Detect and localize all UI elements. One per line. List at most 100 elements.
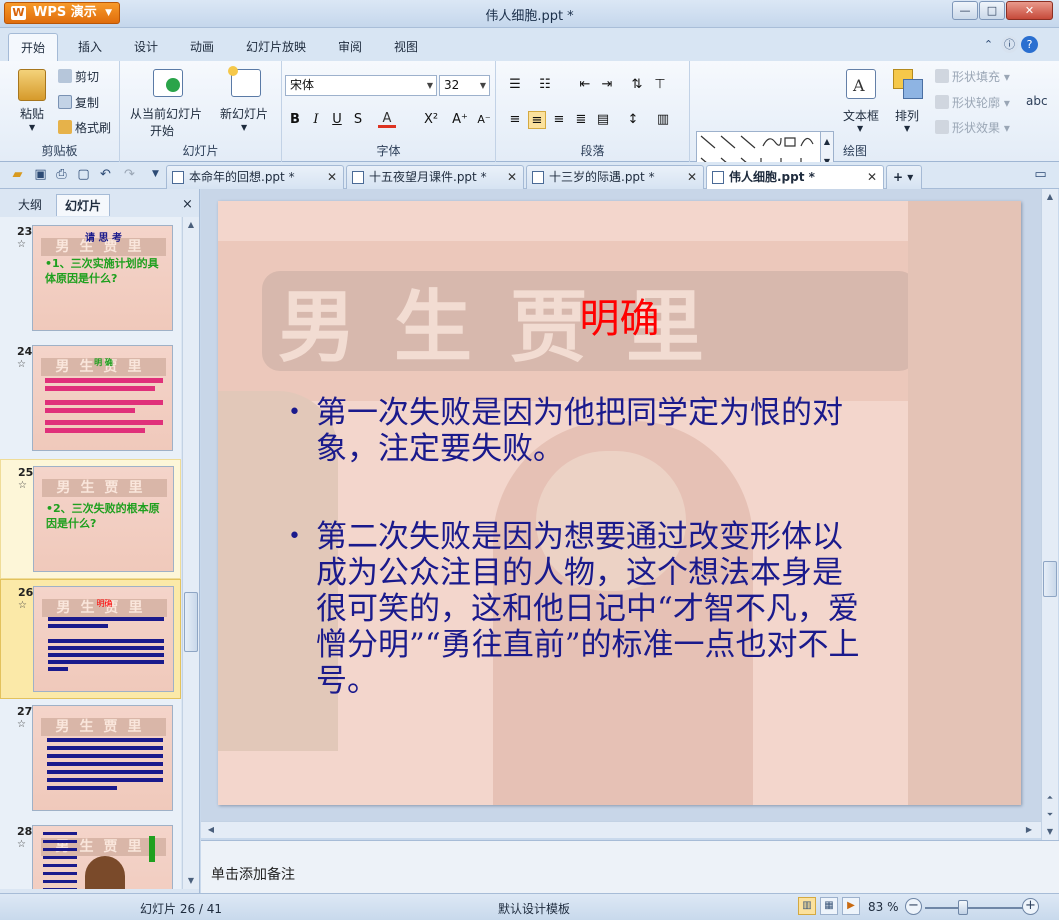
- notes-pane[interactable]: 单击添加备注: [201, 840, 1059, 893]
- scroll-right-icon[interactable]: ▶: [1021, 822, 1037, 838]
- doc-tab-3[interactable]: 十三岁的际遇.ppt * ✕: [526, 165, 704, 189]
- save-icon[interactable]: ▣: [33, 167, 48, 182]
- close-window-button[interactable]: ✕: [1006, 1, 1053, 20]
- next-slide-icon[interactable]: ⏷: [1042, 807, 1058, 823]
- undo-icon[interactable]: ↶: [98, 167, 113, 182]
- slide-thumbnail-23[interactable]: 23 ☆ 男生贾里 请 思 考 •1、三次实施计划的具体原因是什么?: [0, 219, 181, 339]
- tab-outline[interactable]: 大纲: [10, 194, 50, 216]
- editor-horizontal-scrollbar[interactable]: ◀ ▶: [201, 821, 1041, 838]
- close-panel-icon[interactable]: ×: [174, 194, 201, 216]
- scroll-thumb[interactable]: [1043, 561, 1057, 597]
- text-effects-icon[interactable]: abc: [1026, 94, 1048, 108]
- customize-quick-access-icon[interactable]: ▼: [148, 167, 163, 182]
- slide-thumbnail-25[interactable]: 25 ☆ 男生贾里 •2、三次失败的根本原因是什么?: [0, 459, 181, 579]
- question-icon[interactable]: ?: [1021, 36, 1038, 53]
- doc-tab-1[interactable]: 本命年的回想.ppt * ✕: [166, 165, 344, 189]
- arrange-button[interactable]: 排列: [895, 107, 919, 124]
- underline-button[interactable]: U: [328, 111, 346, 129]
- shape-effect-button[interactable]: 形状效果 ▾: [935, 119, 1010, 136]
- scroll-left-icon[interactable]: ◀: [203, 822, 219, 838]
- align-center-icon[interactable]: ≡: [528, 111, 546, 129]
- font-color-button[interactable]: A: [378, 110, 396, 128]
- close-tab-icon[interactable]: ✕: [507, 166, 517, 188]
- increase-indent-icon[interactable]: ⇥: [598, 76, 616, 94]
- italic-button[interactable]: I: [307, 111, 325, 129]
- bullets-icon[interactable]: ☰: [506, 76, 524, 94]
- font-size-select[interactable]: 32 ▼: [439, 75, 490, 96]
- bold-button[interactable]: B: [286, 111, 304, 129]
- notes-placeholder[interactable]: 单击添加备注: [211, 864, 295, 884]
- help-icon[interactable]: ⓘ: [1001, 36, 1018, 53]
- scroll-up-icon[interactable]: ▲: [183, 217, 199, 233]
- new-slide-icon[interactable]: [228, 66, 261, 97]
- slideshow-view-icon[interactable]: ▶: [842, 897, 860, 915]
- scroll-down-icon[interactable]: ▼: [1042, 824, 1058, 840]
- chevron-down-icon[interactable]: ▼: [29, 123, 35, 132]
- zoom-level-text[interactable]: 83 %: [868, 900, 899, 914]
- tab-slides[interactable]: 幻灯片: [56, 194, 111, 216]
- new-slide-button[interactable]: 新幻灯片: [220, 105, 268, 122]
- tab-home[interactable]: 开始: [8, 33, 59, 61]
- slide-thumbnail-24[interactable]: 24 ☆ 男生贾里 明 确: [0, 339, 181, 459]
- chevron-down-icon[interactable]: ▼: [241, 123, 247, 132]
- tab-review[interactable]: 审阅: [338, 38, 362, 55]
- distribute-icon[interactable]: ▤: [594, 111, 612, 129]
- doc-tab-4[interactable]: 伟人细胞.ppt * ✕: [706, 165, 884, 190]
- normal-view-icon[interactable]: ▥: [798, 897, 816, 915]
- zoom-in-icon[interactable]: +: [1022, 898, 1039, 915]
- zoom-slider-knob[interactable]: [958, 900, 968, 915]
- close-tab-icon[interactable]: ✕: [687, 166, 697, 188]
- tab-view[interactable]: 视图: [394, 38, 418, 55]
- tab-slideshow[interactable]: 幻灯片放映: [246, 38, 306, 55]
- new-tab-button[interactable]: + ▾: [886, 165, 922, 189]
- slide-thumbnail-27[interactable]: 27 ☆ 男生贾里: [0, 699, 181, 819]
- tab-design[interactable]: 设计: [134, 38, 158, 55]
- align-right-icon[interactable]: ≡: [550, 111, 568, 129]
- align-text-icon[interactable]: ⊤: [651, 76, 669, 94]
- line-spacing-icon[interactable]: ↕: [624, 111, 642, 129]
- align-left-icon[interactable]: ≡: [506, 111, 524, 129]
- open-folder-icon[interactable]: ▰: [10, 167, 25, 182]
- shape-fill-button[interactable]: 形状填充 ▾: [935, 68, 1010, 85]
- slide-title[interactable]: 明确: [218, 286, 1021, 344]
- chevron-down-icon[interactable]: ▼: [857, 124, 863, 133]
- columns-icon[interactable]: ▥: [654, 111, 672, 129]
- shrink-font-button[interactable]: A⁻: [474, 111, 494, 129]
- decrease-indent-icon[interactable]: ⇤: [576, 76, 594, 94]
- tab-list-icon[interactable]: ▭: [1033, 167, 1048, 182]
- play-from-current-button[interactable]: 从当前幻灯片: [130, 105, 202, 122]
- scroll-up-icon[interactable]: ▲: [1042, 189, 1058, 205]
- copy-button[interactable]: 复制: [58, 94, 99, 111]
- text-direction-icon[interactable]: ⇅: [628, 76, 646, 94]
- cut-button[interactable]: 剪切: [58, 68, 99, 85]
- textbox-button[interactable]: 文本框: [843, 107, 879, 124]
- zoom-out-icon[interactable]: −: [905, 898, 922, 915]
- slide-bullet-2[interactable]: • 第二次失败是因为想要通过改变形体以 成为公众注目的人物，这个想法本身是 很可…: [288, 519, 948, 704]
- restore-button[interactable]: □: [979, 1, 1005, 20]
- format-painter-button[interactable]: 格式刷: [58, 119, 111, 136]
- up-arrow-icon[interactable]: ⌃: [980, 36, 997, 53]
- tab-animation[interactable]: 动画: [190, 38, 214, 55]
- template-name-text[interactable]: 默认设计模板: [498, 900, 570, 917]
- slide-thumbnail-26[interactable]: 26 ☆ 男生贾里 明确: [0, 579, 181, 699]
- chevron-down-icon[interactable]: ▼: [904, 124, 910, 133]
- editor-scrollbar[interactable]: ▲ ⏶ ⏷ ▼: [1041, 189, 1058, 840]
- justify-icon[interactable]: ≣: [572, 111, 590, 129]
- text-shadow-button[interactable]: S: [349, 111, 367, 129]
- scroll-thumb[interactable]: [184, 592, 198, 652]
- scroll-down-icon[interactable]: ▼: [183, 873, 199, 889]
- slide-thumbnail-28[interactable]: 28 ☆ 男生贾里: [0, 819, 181, 889]
- prev-slide-icon[interactable]: ⏶: [1042, 790, 1058, 806]
- arrange-icon[interactable]: [893, 69, 923, 99]
- close-tab-icon[interactable]: ✕: [327, 166, 337, 188]
- textbox-icon[interactable]: A: [846, 69, 876, 99]
- paste-button[interactable]: 粘贴: [20, 105, 44, 122]
- slide-sorter-view-icon[interactable]: ▦: [820, 897, 838, 915]
- paste-icon[interactable]: [18, 69, 46, 101]
- zoom-slider-track[interactable]: [925, 907, 1025, 909]
- minimize-button[interactable]: —: [952, 1, 978, 20]
- play-from-current-line2[interactable]: 开始: [150, 122, 174, 139]
- font-name-select[interactable]: 宋体 ▼: [285, 75, 437, 96]
- doc-tab-2[interactable]: 十五夜望月课件.ppt * ✕: [346, 165, 524, 189]
- slide-bullet-1[interactable]: • 第一次失败是因为他把同学定为恨的对 象，注定要失败。: [288, 395, 928, 471]
